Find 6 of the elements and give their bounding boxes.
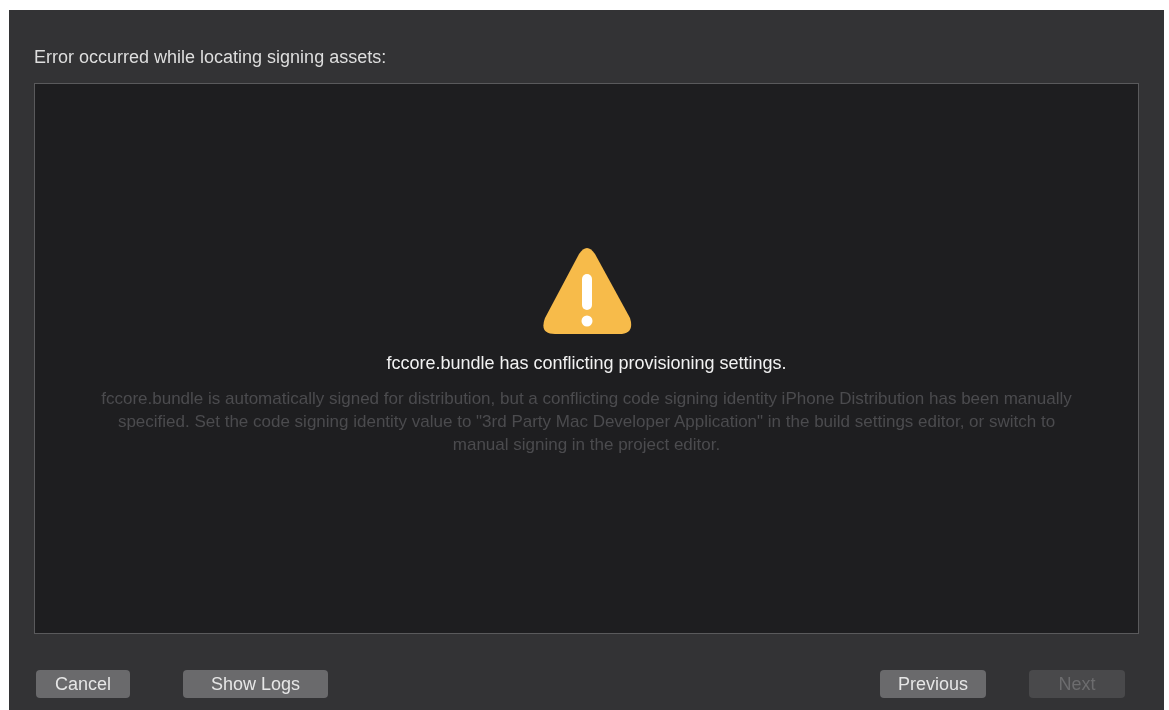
dialog-button[interactable]: Show Logs	[183, 670, 328, 698]
message-title: fccore.bundle has conflicting provisioning settings.	[386, 352, 787, 375]
dialog-button[interactable]: Previous	[880, 670, 986, 698]
warning-icon	[540, 246, 633, 336]
dialog-button[interactable]: Cancel	[36, 670, 130, 698]
dialog-heading: Error occurred while locating signing assets:	[34, 46, 388, 69]
